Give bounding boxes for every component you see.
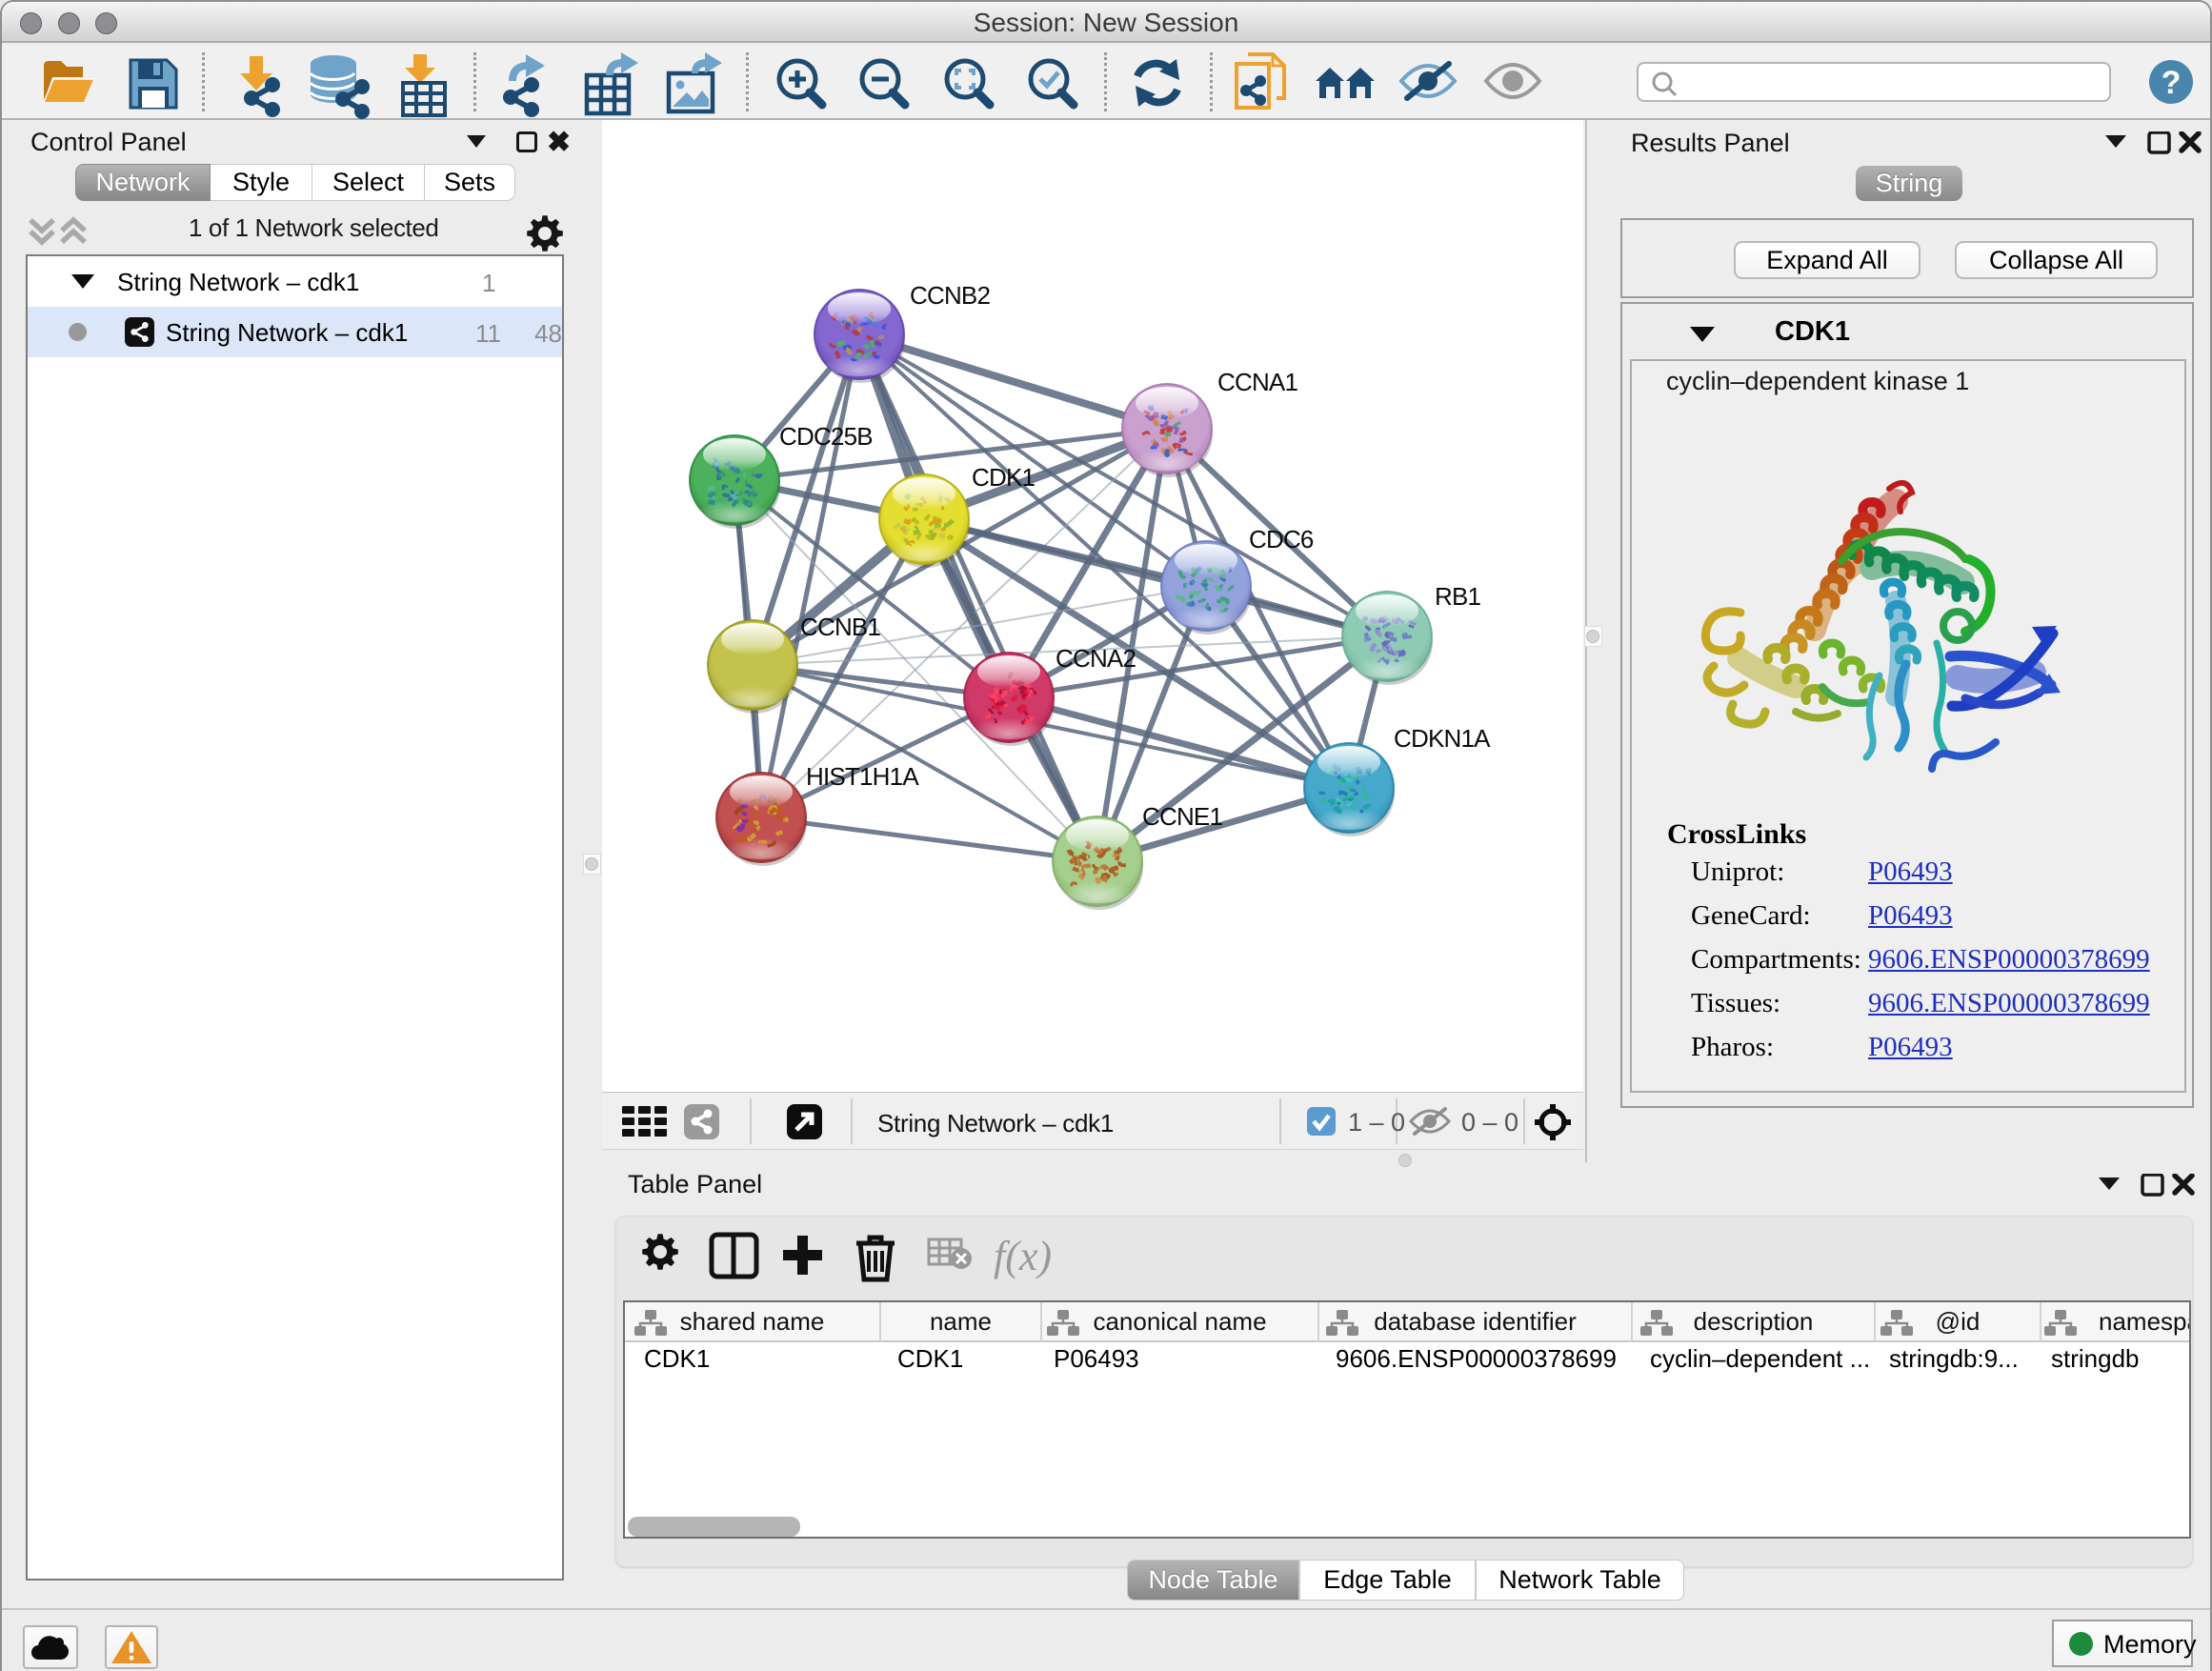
svg-text:CCNB1: CCNB1 [800,613,880,641]
svg-text:0 – 0: 0 – 0 [1461,1108,1518,1137]
svg-text:CCNB2: CCNB2 [910,281,990,310]
svg-text:?: ? [2162,65,2182,101]
svg-text:HIST1H1A: HIST1H1A [806,762,919,791]
svg-text:CDK1: CDK1 [972,463,1035,492]
svg-text:CDC25B: CDC25B [779,422,873,451]
svg-text:CCNA2: CCNA2 [1056,644,1136,673]
svg-text:CCNE1: CCNE1 [1142,802,1222,831]
svg-text:CDC6: CDC6 [1249,525,1314,554]
svg-text:1 – 0: 1 – 0 [1348,1108,1405,1137]
svg-text:RB1: RB1 [1435,582,1481,611]
svg-text:CDKN1A: CDKN1A [1394,724,1491,753]
svg-text:CCNA1: CCNA1 [1217,368,1297,396]
svg-text:f(x): f(x) [994,1233,1052,1279]
